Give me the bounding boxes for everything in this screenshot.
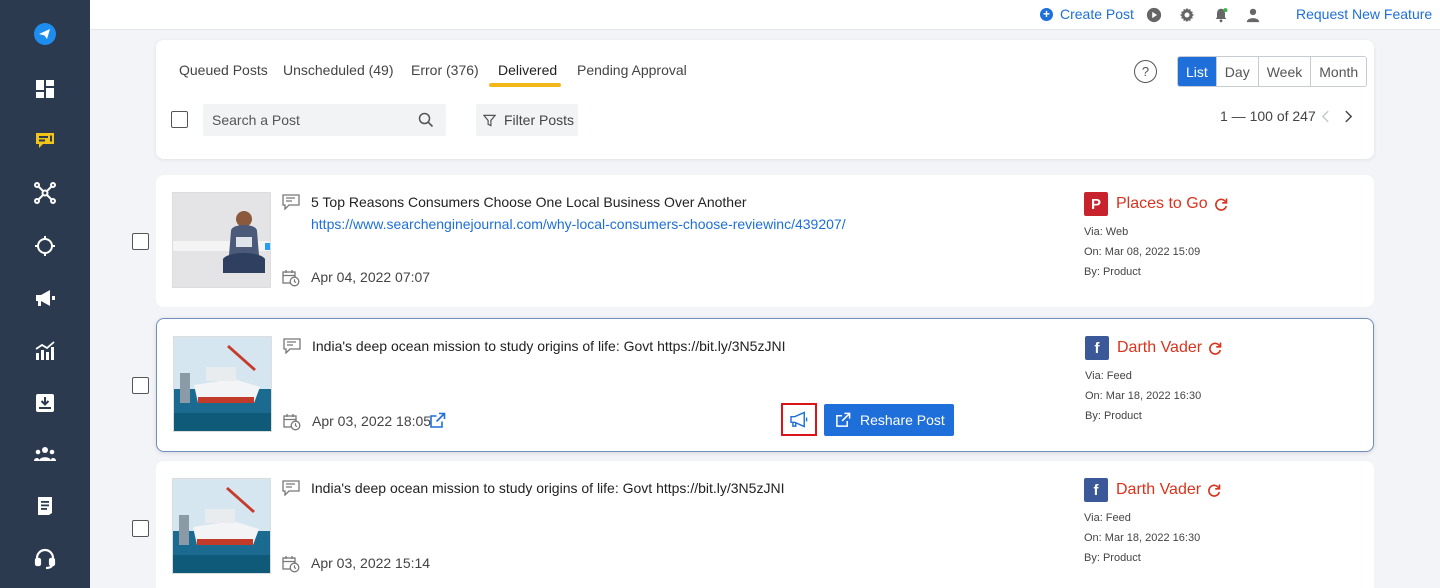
post-link[interactable]: https://www.searchenginejournal.com/why-…	[311, 216, 846, 232]
post-content-icon	[282, 194, 300, 210]
select-all-checkbox[interactable]	[171, 111, 188, 128]
post-thumbnail[interactable]	[172, 192, 271, 288]
support-icon[interactable]	[27, 540, 63, 576]
account-name-label: Darth Vader	[1116, 481, 1202, 498]
calendar-clock-icon	[282, 270, 300, 287]
search-icon[interactable]	[418, 112, 434, 128]
reshare-post-button[interactable]: Reshare Post	[824, 404, 954, 436]
pinterest-icon: P	[1084, 192, 1108, 216]
post-author: By: Product	[1085, 410, 1142, 422]
post-card[interactable]: 5 Top Reasons Consumers Choose One Local…	[156, 175, 1374, 307]
post-title: India's deep ocean mission to study orig…	[311, 480, 785, 496]
team-icon[interactable]	[27, 436, 63, 472]
view-day-button[interactable]: Day	[1215, 57, 1258, 86]
filter-posts-label: Filter Posts	[504, 112, 575, 128]
target-icon[interactable]	[27, 228, 63, 264]
post-thumbnail[interactable]	[172, 478, 271, 574]
account-name[interactable]: Darth Vader	[1116, 481, 1221, 499]
post-content-icon	[283, 338, 301, 354]
view-week-button[interactable]: Week	[1257, 57, 1311, 86]
notifications-icon[interactable]	[1212, 6, 1230, 24]
plus-icon: +	[1040, 7, 1053, 21]
calendar-clock-icon	[283, 414, 301, 431]
prev-page-icon[interactable]	[1318, 108, 1332, 124]
account-name[interactable]: Darth Vader	[1117, 339, 1222, 357]
reports-icon[interactable]	[27, 488, 63, 524]
reshare-post-label: Reshare Post	[860, 412, 945, 428]
post-delivered-on: On: Mar 18, 2022 16:30	[1085, 390, 1202, 402]
post-delivered-on: On: Mar 18, 2022 16:30	[1084, 532, 1201, 544]
gear-icon[interactable]	[1178, 6, 1196, 24]
post-checkbox[interactable]	[132, 377, 149, 394]
network-icon[interactable]	[27, 175, 63, 211]
post-delivered-on: On: Mar 08, 2022 15:09	[1084, 246, 1201, 258]
refresh-icon[interactable]	[1208, 341, 1222, 355]
filter-icon	[483, 114, 496, 127]
top-bar: + Create Post Request New Feature	[90, 0, 1440, 30]
post-checkbox[interactable]	[132, 233, 149, 250]
view-mode-toggle: List Day Week Month	[1177, 56, 1368, 87]
tab-unscheduled[interactable]: Unscheduled (49)	[283, 62, 394, 78]
active-tab-indicator	[489, 83, 561, 87]
tab-error[interactable]: Error (376)	[411, 62, 479, 78]
view-month-button[interactable]: Month	[1310, 57, 1367, 86]
post-date: Apr 03, 2022 18:05	[312, 413, 432, 429]
post-date: Apr 04, 2022 07:07	[311, 269, 431, 285]
dashboard-icon[interactable]	[27, 71, 63, 107]
external-link-icon[interactable]	[429, 412, 446, 429]
megaphone-icon	[789, 411, 807, 428]
post-title: India's deep ocean mission to study orig…	[312, 338, 786, 354]
post-via: Via: Feed	[1085, 370, 1132, 382]
inbox-icon[interactable]	[27, 385, 63, 421]
request-feature-link[interactable]: Request New Feature	[1296, 6, 1432, 22]
tab-queued-posts[interactable]: Queued Posts	[179, 62, 268, 78]
create-post-label: Create Post	[1060, 6, 1134, 22]
logo-icon[interactable]	[27, 16, 63, 52]
publish-icon[interactable]	[27, 122, 63, 158]
user-icon[interactable]	[1244, 6, 1262, 24]
search-input[interactable]	[212, 104, 412, 136]
posts-header-card: Queued Posts Unscheduled (49) Error (376…	[156, 40, 1374, 159]
play-icon[interactable]	[1145, 6, 1163, 24]
post-via: Via: Web	[1084, 226, 1129, 238]
post-content-icon	[282, 480, 300, 496]
pagination-range: 1 — 100 of 247	[1220, 108, 1316, 124]
facebook-icon: f	[1084, 478, 1108, 502]
post-author: By: Product	[1084, 266, 1141, 278]
post-card[interactable]: India's deep ocean mission to study orig…	[156, 461, 1374, 588]
account-name-label: Places to Go	[1116, 195, 1208, 212]
sidebar	[0, 0, 90, 588]
view-list-button[interactable]: List	[1178, 57, 1216, 86]
post-title: 5 Top Reasons Consumers Choose One Local…	[311, 194, 747, 210]
create-post-button[interactable]: + Create Post	[1040, 6, 1134, 22]
post-via: Via: Feed	[1084, 512, 1131, 524]
post-card[interactable]: India's deep ocean mission to study orig…	[156, 318, 1374, 452]
post-date: Apr 03, 2022 15:14	[311, 555, 431, 571]
post-author: By: Product	[1084, 552, 1141, 564]
calendar-clock-icon	[282, 556, 300, 573]
facebook-icon: f	[1085, 336, 1109, 360]
tab-pending-approval[interactable]: Pending Approval	[577, 62, 687, 78]
share-icon	[836, 412, 851, 427]
filter-posts-button[interactable]: Filter Posts	[476, 104, 578, 136]
help-icon[interactable]: ?	[1134, 60, 1157, 83]
next-page-icon[interactable]	[1341, 108, 1355, 124]
megaphone-icon[interactable]	[27, 280, 63, 316]
post-thumbnail[interactable]	[173, 336, 272, 432]
search-box	[203, 104, 446, 136]
analytics-icon[interactable]	[27, 333, 63, 369]
promote-button[interactable]	[781, 403, 817, 436]
refresh-icon[interactable]	[1214, 197, 1228, 211]
tab-delivered[interactable]: Delivered	[498, 62, 557, 78]
post-checkbox[interactable]	[132, 520, 149, 537]
account-name-label: Darth Vader	[1117, 339, 1203, 356]
account-name[interactable]: Places to Go	[1116, 195, 1228, 213]
refresh-icon[interactable]	[1207, 483, 1221, 497]
